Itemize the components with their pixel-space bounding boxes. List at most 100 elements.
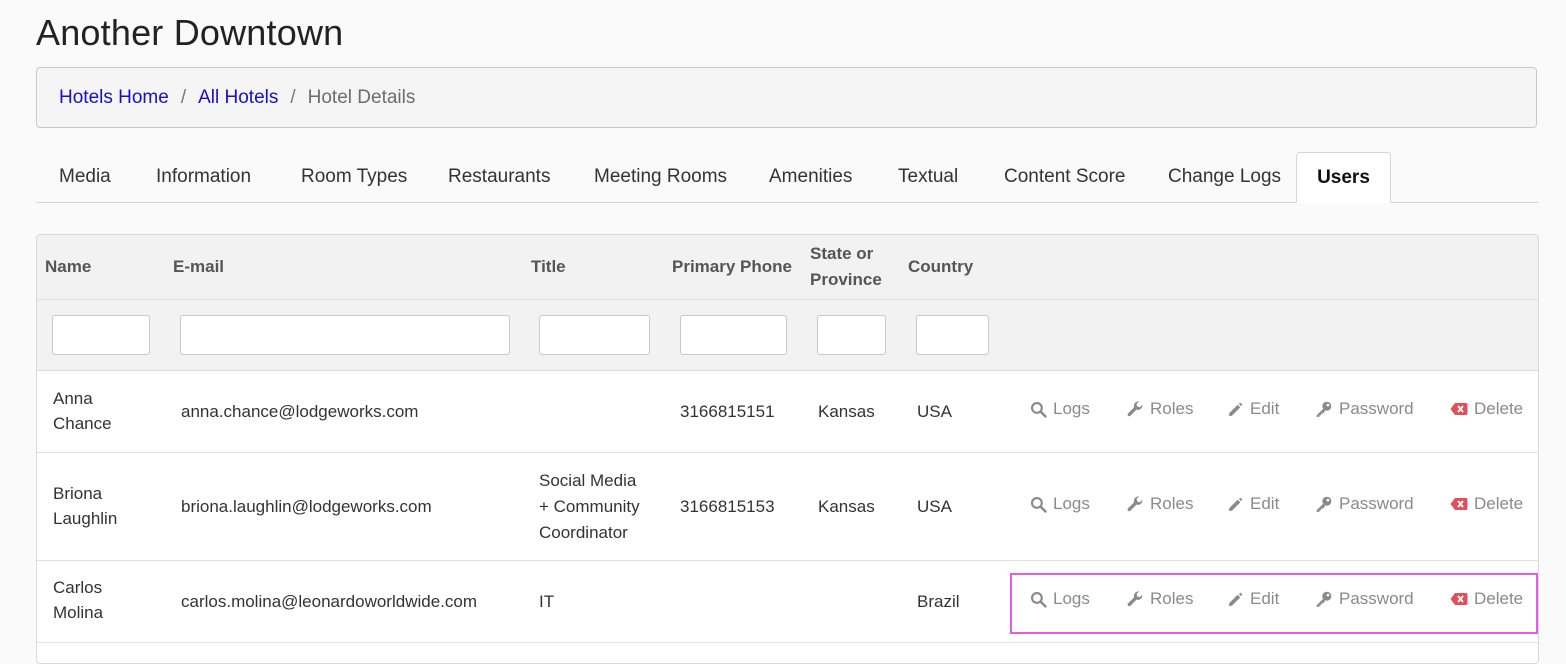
roles-label: Roles xyxy=(1150,589,1194,608)
delete-label: Delete xyxy=(1474,494,1524,513)
key-icon xyxy=(1316,591,1332,607)
delete-button[interactable]: Delete xyxy=(1450,494,1523,514)
column-header-name[interactable]: Name xyxy=(45,254,91,280)
email-filter-input[interactable] xyxy=(180,315,510,355)
tab-content-score[interactable]: Content Score xyxy=(1004,152,1125,203)
edit-label: Edit xyxy=(1250,494,1280,513)
user-name-line: Briona xyxy=(53,484,103,503)
state-filter-input[interactable] xyxy=(817,315,886,355)
filter-row xyxy=(37,300,1538,371)
roles-button[interactable]: Roles xyxy=(1126,589,1193,609)
breadcrumb-separator: / xyxy=(180,86,187,108)
breadcrumb: Hotels Home / All Hotels / Hotel Details xyxy=(36,67,1537,128)
tab-media[interactable]: Media xyxy=(59,152,111,203)
logs-label: Logs xyxy=(1053,494,1090,513)
user-state: Kansas xyxy=(818,402,875,421)
user-title: IT xyxy=(539,592,555,611)
delete-icon xyxy=(1450,498,1468,510)
logs-button[interactable]: Logs xyxy=(1030,589,1090,609)
user-title-line: + Community xyxy=(539,497,640,516)
edit-button[interactable]: Edit xyxy=(1227,399,1279,419)
column-header-state-line: State or xyxy=(810,244,874,263)
logs-label: Logs xyxy=(1053,399,1090,418)
delete-button[interactable]: Delete xyxy=(1450,399,1523,419)
delete-label: Delete xyxy=(1474,399,1524,418)
roles-button[interactable]: Roles xyxy=(1126,399,1193,419)
logs-button[interactable]: Logs xyxy=(1030,494,1090,514)
breadcrumb-all-hotels[interactable]: All Hotels xyxy=(198,87,278,109)
page-title: Another Downtown xyxy=(36,12,344,53)
user-email: anna.chance@lodgeworks.com xyxy=(181,402,419,421)
users-table: Name E-mail Title Primary Phone State or… xyxy=(36,234,1539,664)
user-name-line: Molina xyxy=(53,603,104,622)
edit-button[interactable]: Edit xyxy=(1227,589,1279,609)
table-row: Anna Chance anna.chance@lodgeworks.com 3… xyxy=(37,371,1538,453)
tab-bar: Media Information Room Types Restaurants… xyxy=(36,152,1539,203)
search-icon xyxy=(1030,401,1047,418)
delete-icon xyxy=(1450,593,1468,605)
tab-restaurants[interactable]: Restaurants xyxy=(448,152,550,203)
table-row: Carlos Molina carlos.molina@leonardoworl… xyxy=(37,561,1538,643)
roles-button[interactable]: Roles xyxy=(1126,494,1193,514)
table-row: Briona Laughlin briona.laughlin@lodgewor… xyxy=(37,453,1538,561)
column-header-state-line: Province xyxy=(810,270,882,289)
country-filter-input[interactable] xyxy=(916,315,989,355)
user-name-line: Anna xyxy=(53,389,93,408)
user-name: Anna Chance xyxy=(53,386,112,436)
tab-change-logs[interactable]: Change Logs xyxy=(1168,152,1281,203)
breadcrumb-hotels-home[interactable]: Hotels Home xyxy=(59,87,169,109)
search-icon xyxy=(1030,496,1047,513)
user-state: Kansas xyxy=(818,497,875,516)
tab-amenities[interactable]: Amenities xyxy=(769,152,852,203)
user-country: USA xyxy=(917,497,952,516)
wrench-icon xyxy=(1127,496,1143,512)
tab-meeting-rooms[interactable]: Meeting Rooms xyxy=(594,152,727,203)
column-header-email[interactable]: E-mail xyxy=(173,254,224,280)
user-name: Briona Laughlin xyxy=(53,481,117,531)
user-phone: 3166815151 xyxy=(680,402,775,421)
column-header-state[interactable]: State or Province xyxy=(810,241,882,293)
user-title: Social Media + Community Coordinator xyxy=(539,468,640,546)
pencil-icon xyxy=(1229,592,1243,606)
wrench-icon xyxy=(1127,401,1143,417)
breadcrumb-current: Hotel Details xyxy=(307,86,416,108)
logs-button[interactable]: Logs xyxy=(1030,399,1090,419)
delete-label: Delete xyxy=(1474,589,1524,608)
password-button[interactable]: Password xyxy=(1315,399,1414,419)
roles-label: Roles xyxy=(1150,494,1194,513)
user-title-line: Social Media xyxy=(539,471,637,490)
delete-icon xyxy=(1450,403,1468,415)
key-icon xyxy=(1316,496,1332,512)
user-country: USA xyxy=(917,402,952,421)
user-title-line: Coordinator xyxy=(539,523,628,542)
column-header-phone[interactable]: Primary Phone xyxy=(672,254,792,280)
user-name-line: Carlos xyxy=(53,578,103,597)
name-filter-input[interactable] xyxy=(52,315,150,355)
wrench-icon xyxy=(1127,591,1143,607)
table-header: Name E-mail Title Primary Phone State or… xyxy=(37,235,1538,300)
tab-users[interactable]: Users xyxy=(1296,152,1391,203)
delete-button[interactable]: Delete xyxy=(1450,589,1523,609)
user-name-line: Laughlin xyxy=(53,509,118,528)
user-country: Brazil xyxy=(917,592,960,611)
user-name-line: Chance xyxy=(53,414,112,433)
edit-button[interactable]: Edit xyxy=(1227,494,1279,514)
pencil-icon xyxy=(1229,497,1243,511)
column-header-title[interactable]: Title xyxy=(531,254,566,280)
edit-label: Edit xyxy=(1250,589,1280,608)
roles-label: Roles xyxy=(1150,399,1194,418)
edit-label: Edit xyxy=(1250,399,1280,418)
tab-information[interactable]: Information xyxy=(156,152,251,203)
logs-label: Logs xyxy=(1053,589,1090,608)
password-button[interactable]: Password xyxy=(1315,589,1414,609)
password-label: Password xyxy=(1339,494,1414,513)
password-button[interactable]: Password xyxy=(1315,494,1414,514)
tab-room-types[interactable]: Room Types xyxy=(301,152,407,203)
title-filter-input[interactable] xyxy=(539,315,650,355)
column-header-country[interactable]: Country xyxy=(908,254,973,280)
phone-filter-input[interactable] xyxy=(680,315,787,355)
key-icon xyxy=(1316,401,1332,417)
password-label: Password xyxy=(1339,399,1414,418)
search-icon xyxy=(1030,591,1047,608)
tab-textual[interactable]: Textual xyxy=(898,152,958,203)
